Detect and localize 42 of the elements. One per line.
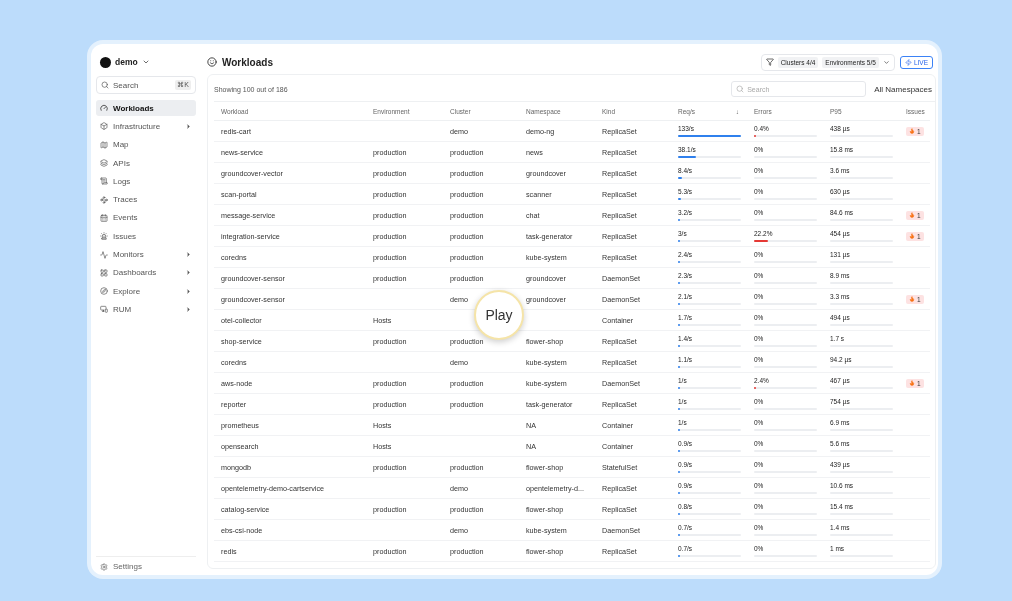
filter-icon xyxy=(765,58,774,66)
workloads-icon xyxy=(207,57,217,67)
sidebar-item[interactable]: APIs xyxy=(96,154,196,172)
grid-icon xyxy=(100,268,108,277)
namespace-filter[interactable]: All Namespaces xyxy=(871,84,935,94)
layers-icon xyxy=(100,159,108,168)
chevron-down-icon xyxy=(882,58,890,66)
flame-icon xyxy=(909,233,915,239)
settings-link[interactable]: Settings xyxy=(96,556,196,571)
flame-icon xyxy=(909,380,915,386)
sidebar-item[interactable]: Dashboards xyxy=(96,264,196,281)
siren-icon xyxy=(100,232,108,241)
sidebar-item[interactable]: Explore xyxy=(96,282,196,300)
settings-icon xyxy=(100,562,108,571)
sidebar-item[interactable]: Map xyxy=(96,136,196,153)
search-icon xyxy=(736,85,745,93)
sidebar-item[interactable]: Traces xyxy=(96,191,196,208)
flame-icon xyxy=(909,128,915,134)
page-title: Workloads xyxy=(222,56,273,68)
logo-icon xyxy=(100,56,111,68)
search-icon xyxy=(101,81,109,89)
chevron-down-icon xyxy=(141,58,150,66)
sidebar-item[interactable]: Logs xyxy=(96,173,196,190)
sidebar-item[interactable]: Monitors xyxy=(96,246,196,263)
compass-icon xyxy=(100,287,108,296)
sidebar-item[interactable]: Workloads xyxy=(96,100,196,117)
nodes-icon xyxy=(100,195,108,204)
cube-icon xyxy=(100,122,108,131)
sidebar-item[interactable]: Issues xyxy=(96,228,196,245)
workspace-selector[interactable]: demo xyxy=(96,50,196,74)
lightning-icon xyxy=(904,58,912,66)
flame-icon xyxy=(909,212,915,218)
sidebar-item[interactable]: Events xyxy=(96,209,196,227)
gauge-icon xyxy=(100,104,108,113)
sidebar-item[interactable]: Infrastructure xyxy=(96,118,196,135)
map-icon xyxy=(100,140,108,149)
pulse-icon xyxy=(100,250,108,259)
sidebar-item[interactable]: RUM xyxy=(96,301,196,318)
devices-icon xyxy=(100,305,108,314)
document-icon xyxy=(100,177,108,186)
flame-icon xyxy=(909,296,915,302)
calendar-icon xyxy=(100,213,108,222)
